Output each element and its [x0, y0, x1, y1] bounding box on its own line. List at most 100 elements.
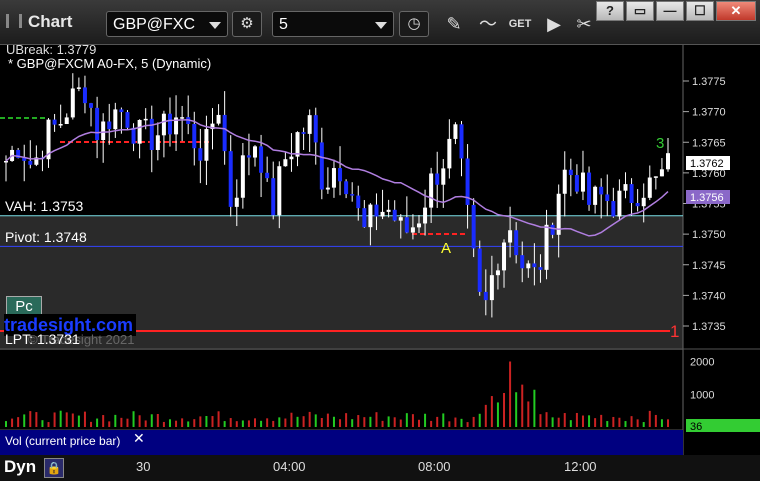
candle-body — [70, 88, 75, 118]
candle-body — [107, 121, 112, 130]
footer-bar: Dyn 🔒 — [0, 455, 760, 481]
candle-body — [149, 118, 154, 151]
grip-icon[interactable] — [6, 14, 22, 28]
candle-body — [313, 115, 318, 143]
lock-icon[interactable]: 🔒 — [44, 458, 64, 478]
candle-body — [113, 109, 118, 130]
pivot-label: Pivot: 1.3748 — [5, 229, 87, 245]
maximize-button[interactable]: ☐ — [686, 1, 714, 21]
candle-body — [502, 242, 507, 271]
candle-body — [404, 217, 409, 233]
candle-body — [653, 176, 658, 178]
chevron-down-icon — [209, 22, 221, 29]
candle-body — [246, 155, 251, 158]
volume-tick-label: 1000 — [690, 389, 714, 401]
candle-body — [95, 107, 100, 141]
candle-body — [508, 230, 513, 243]
candle-body — [58, 124, 63, 126]
candle-body — [611, 201, 616, 217]
candle-body — [617, 190, 622, 217]
candle-body — [635, 202, 640, 207]
candle-body — [301, 132, 306, 134]
candle-body — [398, 217, 403, 221]
candle-body — [64, 117, 69, 125]
candle-body — [477, 248, 482, 292]
candle-body — [155, 135, 160, 151]
candle-body — [204, 129, 209, 161]
candle-body — [562, 169, 567, 194]
candle-body — [410, 227, 415, 233]
price-tick-label: 1.3750 — [692, 229, 726, 241]
candle-body — [629, 184, 634, 203]
candle-body — [28, 160, 33, 165]
price-tick-label: 1.3765 — [692, 137, 726, 149]
candle-body — [641, 197, 646, 207]
vah-label: VAH: 1.3753 — [5, 198, 84, 214]
price-tick-label: 1.3775 — [692, 76, 726, 88]
lpt-level-number: 1 — [670, 322, 680, 341]
candle-body — [514, 230, 519, 256]
tools-icon[interactable]: ✂ — [570, 10, 598, 38]
candle-body — [161, 113, 166, 136]
clock-button[interactable]: ◷ — [399, 11, 429, 37]
candle-body — [52, 119, 57, 125]
candle-body — [271, 178, 276, 216]
candle-body — [392, 209, 397, 221]
candle-body — [550, 224, 555, 235]
chart-canvas[interactable]: 1.37351.37401.37451.37501.37551.37601.37… — [0, 0, 760, 481]
candle-body — [143, 118, 148, 121]
candle-body — [459, 124, 464, 159]
dynamic-mode-label[interactable]: Dyn — [4, 457, 36, 477]
time-tick: 12:00 — [564, 459, 597, 474]
candle-body — [435, 173, 440, 185]
candle-body — [180, 117, 185, 119]
pencil-icon[interactable]: ✎ — [440, 10, 468, 38]
time-tick: 04:00 — [273, 459, 306, 474]
candle-body — [416, 223, 421, 228]
play-icon[interactable]: ▶ — [540, 10, 568, 38]
indicator-icon[interactable]: 〜 — [474, 10, 502, 38]
candle-body — [82, 87, 87, 104]
candle-body — [265, 172, 270, 179]
candle-body — [587, 172, 592, 205]
time-tick: 08:00 — [418, 459, 451, 474]
restore-button[interactable]: ▭ — [626, 1, 654, 21]
candle-body — [605, 194, 610, 202]
candle-body — [277, 166, 282, 216]
close-icon[interactable]: ✕ — [133, 430, 145, 447]
candle-body — [568, 169, 573, 176]
candle-body — [423, 207, 428, 224]
close-button[interactable]: ✕ — [716, 1, 756, 21]
candle-body — [131, 127, 136, 144]
candle-body — [593, 186, 598, 205]
symbol-select[interactable]: GBP@FXC — [106, 11, 228, 37]
time-tick: 30 — [136, 459, 151, 474]
last-price-label: 1.3762 — [690, 158, 724, 170]
candle-body — [495, 270, 500, 276]
get-icon[interactable]: GET — [506, 10, 534, 38]
interval-select[interactable]: 5 — [272, 11, 394, 37]
chevron-down-icon — [375, 22, 387, 29]
candle-body — [380, 211, 385, 217]
candle-body — [520, 255, 525, 269]
candle-body — [76, 87, 81, 89]
candle-body — [253, 146, 258, 158]
candle-body — [429, 173, 434, 208]
candle-body — [4, 160, 8, 163]
candle-body — [362, 208, 367, 228]
candle-body — [350, 194, 355, 196]
price-tick-label: 1.3745 — [692, 260, 726, 272]
candle-body — [283, 159, 288, 167]
count-label: 3 — [656, 135, 665, 152]
candle-body — [240, 155, 245, 198]
candle-body — [526, 263, 531, 269]
price-tick-label: 1.3770 — [692, 107, 726, 119]
candle-body — [344, 181, 349, 195]
candle-body — [289, 156, 294, 160]
candle-body — [319, 142, 324, 190]
settings-button[interactable]: ⚙ — [232, 11, 262, 37]
help-button[interactable]: ? — [596, 1, 624, 21]
candle-body — [125, 112, 130, 128]
volume-tick-label: 2000 — [690, 357, 714, 369]
minimize-button[interactable]: — — [656, 1, 684, 21]
